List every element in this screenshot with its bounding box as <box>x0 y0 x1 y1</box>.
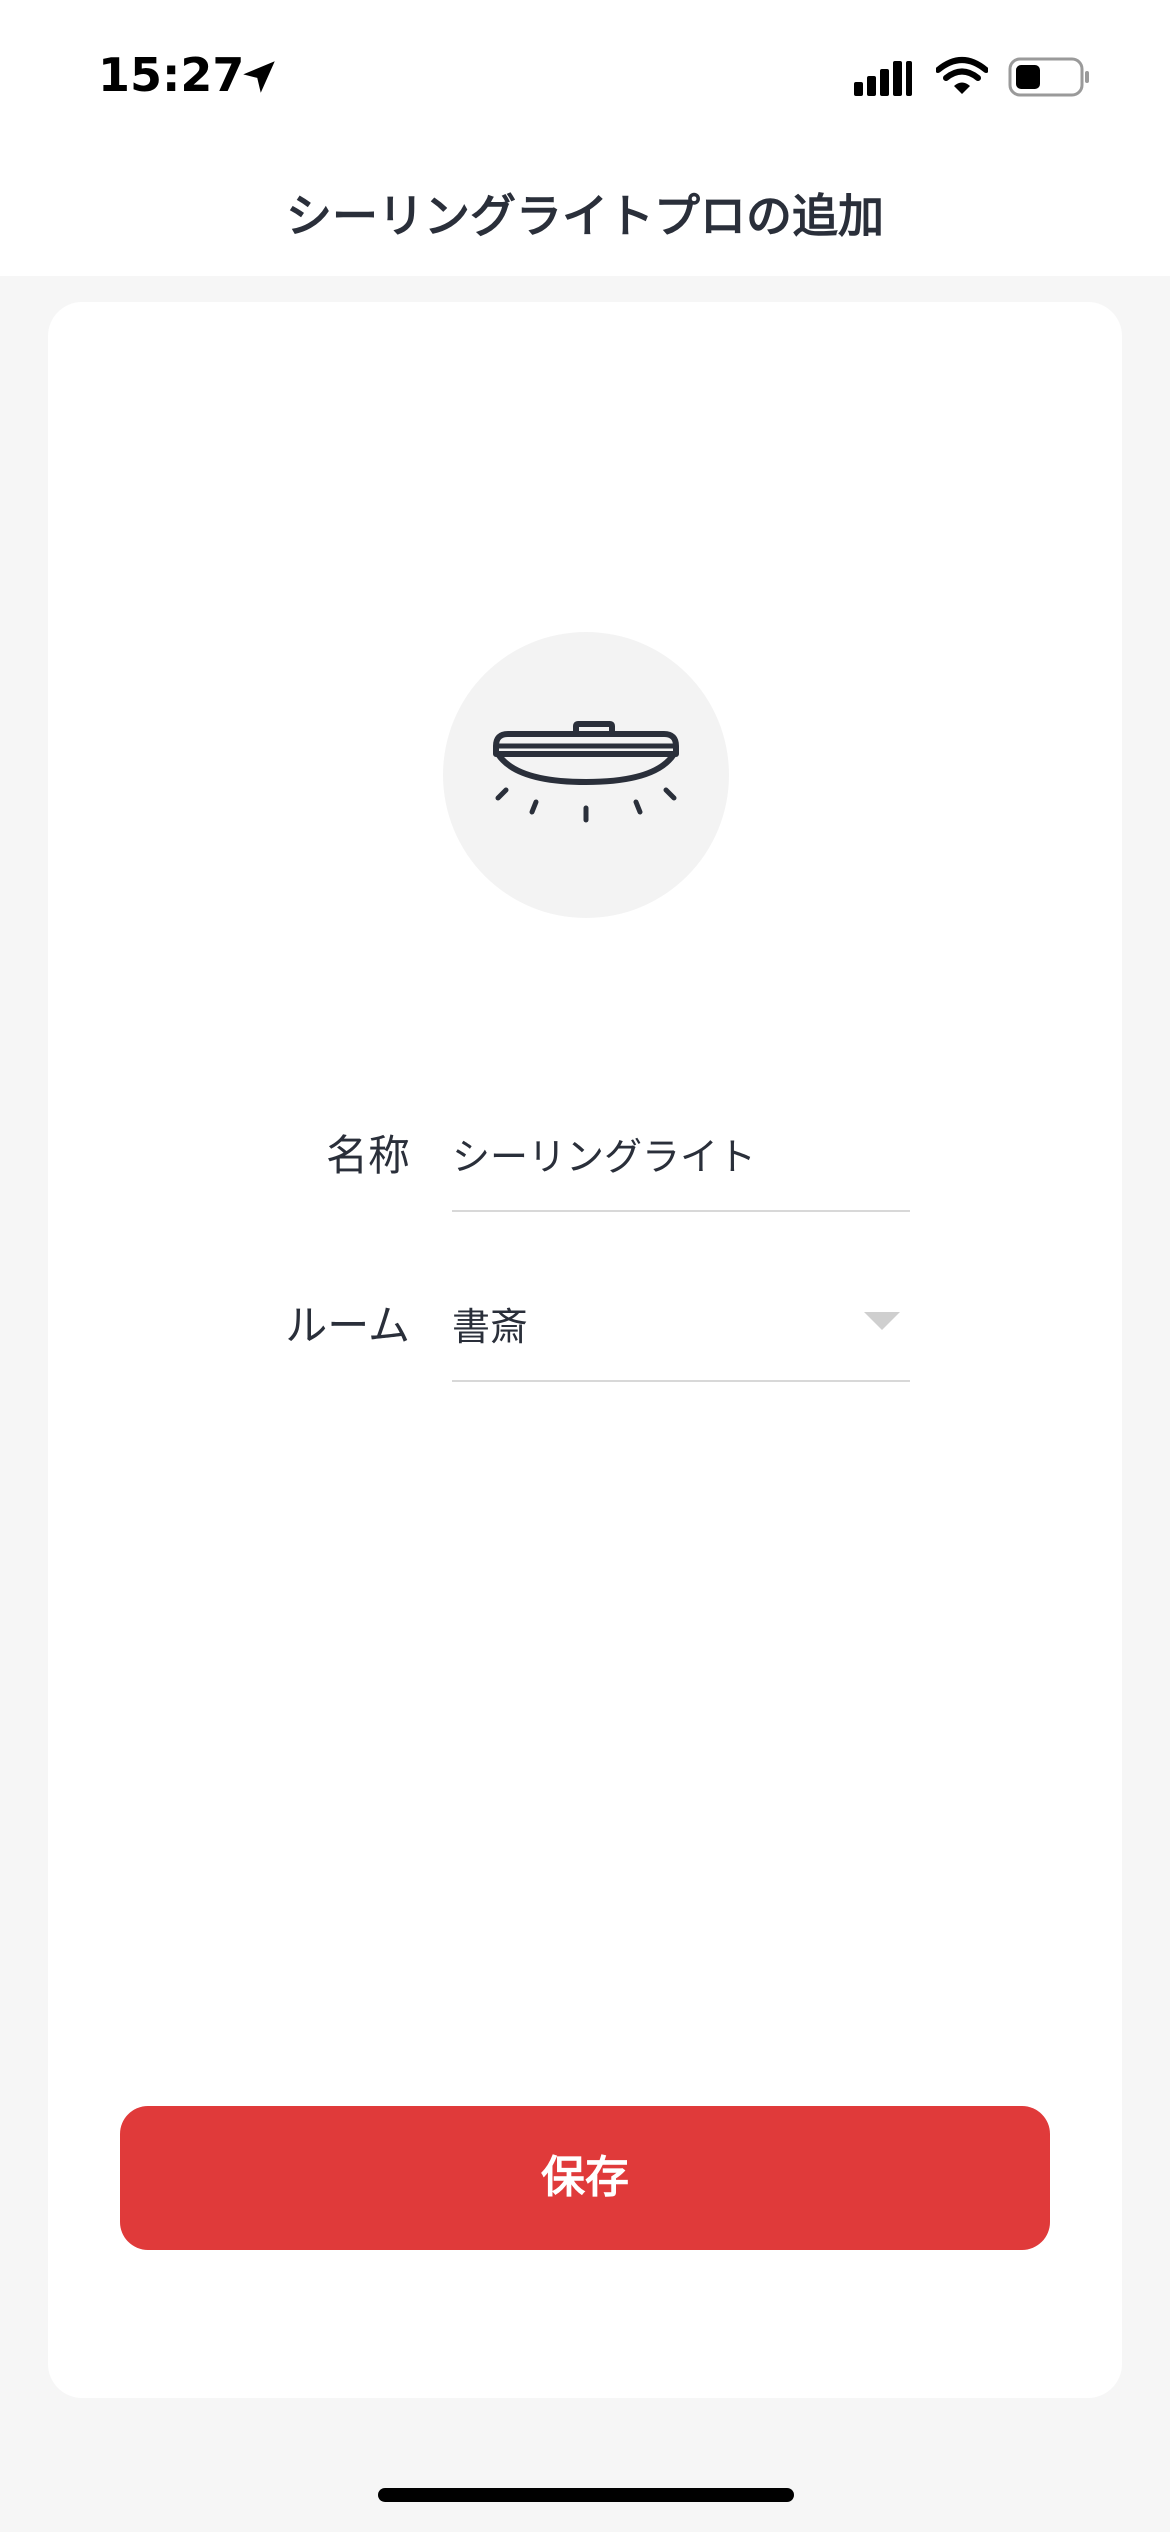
location-arrow-icon <box>243 61 275 93</box>
name-input-underline <box>452 1210 910 1212</box>
nav-bar: シーリングライトプロの追加 <box>0 150 1170 276</box>
ceiling-light-icon <box>493 721 679 823</box>
status-bar: 15:27 <box>0 0 1170 150</box>
add-device-card: 名称 シーリングライト ルーム 書斎 保存 <box>48 302 1122 2398</box>
save-button[interactable]: 保存 <box>120 2106 1050 2250</box>
cellular-signal-icon <box>854 61 912 96</box>
wifi-icon <box>936 57 988 94</box>
home-indicator <box>378 2488 794 2502</box>
room-select[interactable]: 書斎 <box>452 1296 872 1351</box>
device-icon-container <box>443 632 729 918</box>
room-label: ルーム <box>285 1301 410 1350</box>
battery-icon <box>1008 57 1089 97</box>
room-select-underline <box>452 1380 910 1382</box>
name-label: 名称 <box>325 1131 410 1180</box>
page-title: シーリングライトプロの追加 <box>286 189 884 243</box>
caret-down-icon[interactable] <box>864 1312 900 1330</box>
status-time: 15:27 <box>98 48 245 102</box>
name-input[interactable]: シーリングライト <box>452 1126 952 1181</box>
